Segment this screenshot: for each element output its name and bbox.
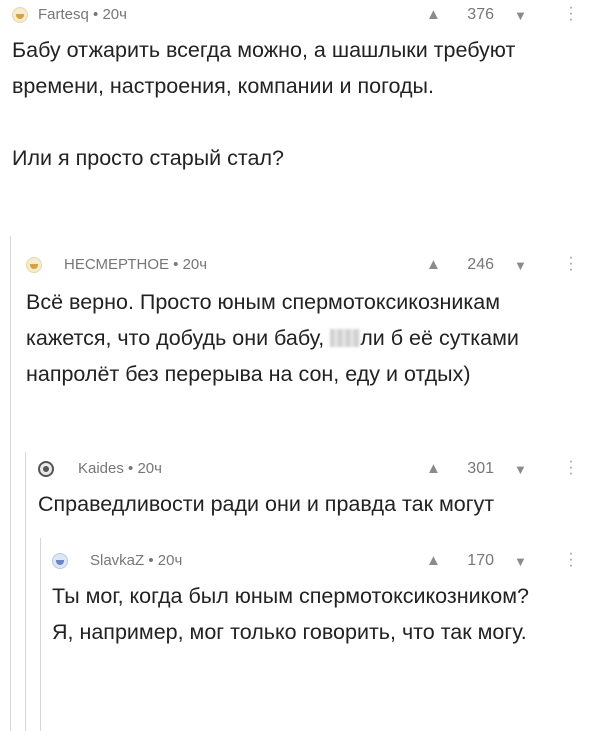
- avatar[interactable]: [52, 553, 68, 569]
- more-vertical-icon[interactable]: · · ·: [567, 546, 575, 574]
- censored-word: [330, 329, 361, 347]
- downvote-icon[interactable]: ▼: [514, 462, 527, 477]
- timestamp: 20ч: [157, 552, 183, 569]
- timestamp: 20ч: [102, 6, 127, 23]
- score: 376: [467, 6, 494, 23]
- downvote-icon[interactable]: ▼: [514, 8, 527, 23]
- upvote-icon[interactable]: ▲: [426, 552, 441, 569]
- author-line: SlavkaZ • 20ч: [90, 552, 182, 569]
- separator: •: [169, 256, 183, 273]
- author-line: Kaides • 20ч: [78, 460, 162, 477]
- avatar[interactable]: [26, 257, 42, 273]
- author-name[interactable]: НЕСМЕРТНОЕ: [64, 256, 169, 273]
- upvote-icon[interactable]: ▲: [426, 460, 441, 477]
- score: 301: [467, 460, 494, 477]
- more-vertical-icon[interactable]: · · ·: [567, 250, 575, 278]
- comment-text: Бабу отжарить всегда можно, а шашлыки тр…: [12, 38, 516, 170]
- comment-meta: SlavkaZ • 20ч ▲ 170 ▼ · · ·: [0, 546, 600, 576]
- comment-meta: НЕСМЕРТНОЕ • 20ч ▲ 246 ▼ · · ·: [0, 250, 600, 280]
- comment-meta: Fartesq • 20ч ▲ 376 ▼ · · ·: [0, 0, 600, 30]
- separator: •: [144, 552, 158, 569]
- more-vertical-icon[interactable]: · · ·: [567, 454, 575, 482]
- author-name[interactable]: Fartesq: [38, 6, 89, 23]
- separator: •: [123, 460, 138, 477]
- timestamp: 20ч: [137, 460, 162, 477]
- upvote-icon[interactable]: ▲: [426, 6, 441, 23]
- more-vertical-icon[interactable]: · · ·: [567, 0, 575, 28]
- separator: •: [88, 6, 103, 23]
- score: 246: [467, 256, 494, 273]
- author-name[interactable]: Kaides: [78, 460, 124, 477]
- comment-3: Kaides • 20ч ▲ 301 ▼ · · · Справедливости …: [0, 452, 600, 538]
- author-line: НЕСМЕРТНОЕ • 20ч: [64, 256, 207, 273]
- score: 170: [467, 552, 494, 569]
- timestamp: 20ч: [182, 256, 208, 273]
- comment-meta: Kaides • 20ч ▲ 301 ▼ · · ·: [0, 454, 600, 484]
- downvote-icon[interactable]: ▼: [514, 554, 527, 569]
- comment-text: Всё верно. Просто юным спермотоксикозник…: [26, 284, 591, 392]
- comment-4: SlavkaZ • 20ч ▲ 170 ▼ · · · Ты мог, когда …: [0, 538, 600, 731]
- avatar[interactable]: [38, 461, 54, 477]
- author-name[interactable]: SlavkaZ: [90, 552, 144, 569]
- avatar[interactable]: [12, 7, 28, 23]
- comment-text: Ты мог, когда был юным спермотоксикозник…: [52, 584, 529, 644]
- downvote-icon[interactable]: ▼: [514, 258, 527, 273]
- comment-2: НЕСМЕРТНОЕ • 20ч ▲ 246 ▼ · · · Всё верно. …: [0, 236, 600, 452]
- author-line: Fartesq • 20ч: [38, 6, 127, 23]
- comment-text: Справедливости ради они и правда так мог…: [38, 492, 495, 516]
- comment-1: Fartesq • 20ч ▲ 376 ▼ · · · Бабу отжарить …: [0, 0, 600, 236]
- upvote-icon[interactable]: ▲: [426, 256, 441, 273]
